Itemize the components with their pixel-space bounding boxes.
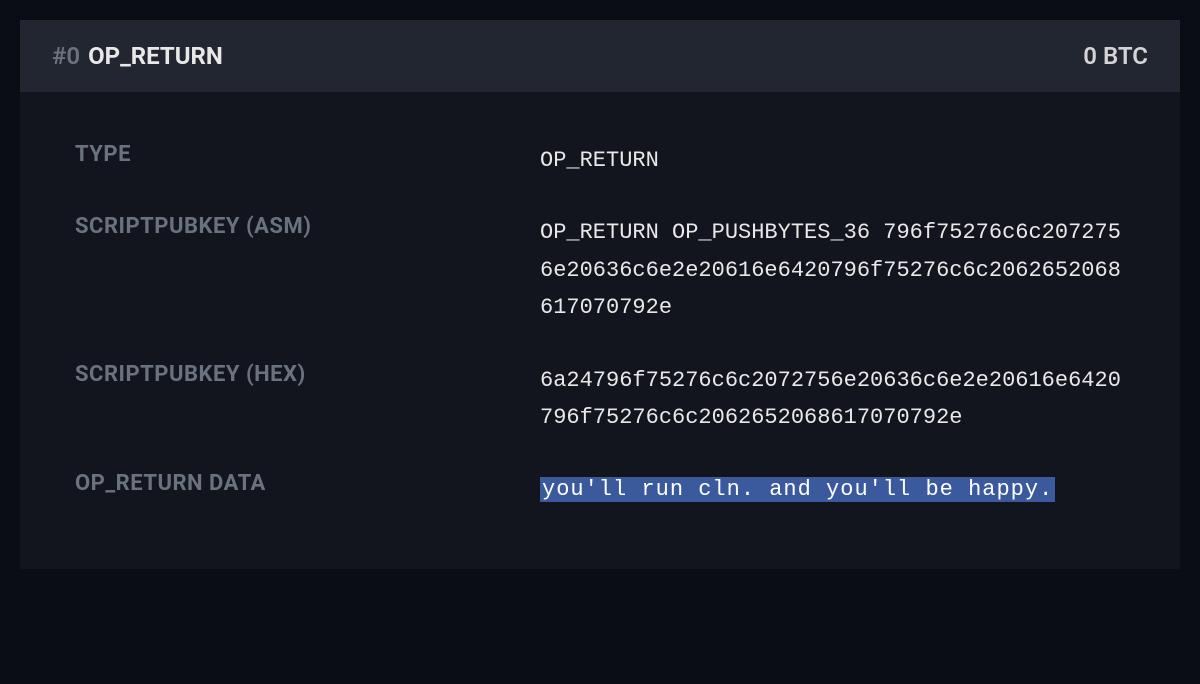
value-asm: OP_RETURN OP_PUSHBYTES_36 796f75276c6c20… xyxy=(540,214,1125,326)
header-left: #0 OP_RETURN xyxy=(52,42,223,70)
value-type: OP_RETURN xyxy=(540,142,1125,179)
output-title: OP_RETURN xyxy=(88,42,223,70)
transaction-output-panel: #0 OP_RETURN 0 BTC TYPE OP_RETURN SCRIPT… xyxy=(0,0,1200,589)
detail-row-opreturn-data: OP_RETURN DATA you'll run cln. and you'l… xyxy=(75,471,1125,508)
output-amount: 0 BTC xyxy=(1083,42,1148,70)
output-index: #0 xyxy=(52,42,80,70)
label-hex: SCRIPTPUBKEY (HEX) xyxy=(75,362,540,437)
highlighted-opreturn-text: you'll run cln. and you'll be happy. xyxy=(540,477,1055,502)
label-type: TYPE xyxy=(75,142,540,179)
detail-row-asm: SCRIPTPUBKEY (ASM) OP_RETURN OP_PUSHBYTE… xyxy=(75,214,1125,326)
detail-row-type: TYPE OP_RETURN xyxy=(75,142,1125,179)
output-details: TYPE OP_RETURN SCRIPTPUBKEY (ASM) OP_RET… xyxy=(20,92,1180,569)
label-opreturn-data: OP_RETURN DATA xyxy=(75,471,540,508)
label-asm: SCRIPTPUBKEY (ASM) xyxy=(75,214,540,326)
output-header: #0 OP_RETURN 0 BTC xyxy=(20,20,1180,92)
value-hex: 6a24796f75276c6c2072756e20636c6e2e20616e… xyxy=(540,362,1125,437)
value-opreturn-data[interactable]: you'll run cln. and you'll be happy. xyxy=(540,471,1125,508)
detail-row-hex: SCRIPTPUBKEY (HEX) 6a24796f75276c6c20727… xyxy=(75,362,1125,437)
